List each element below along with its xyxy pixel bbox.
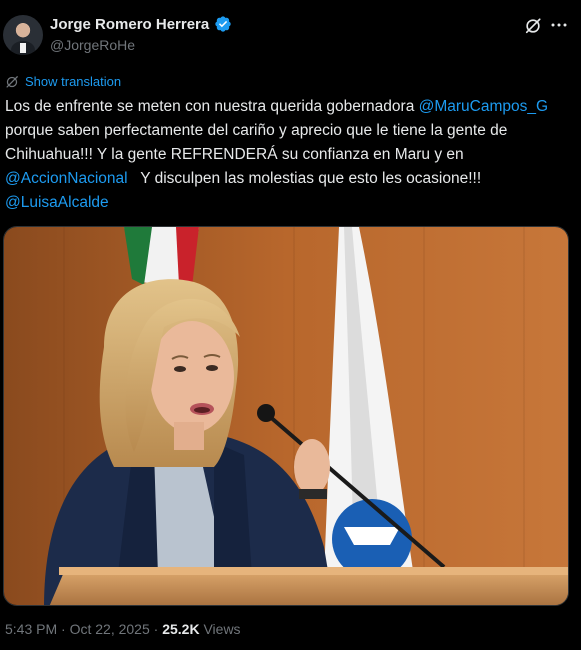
author-name-row[interactable]: Jorge Romero Herrera — [50, 15, 232, 33]
mention-link[interactable]: @MaruCampos_G — [419, 98, 548, 115]
views-count: 25.2K — [162, 621, 200, 637]
translate-icon — [6, 75, 18, 88]
meta-separator: · — [149, 621, 163, 637]
grok-icon[interactable] — [524, 17, 542, 35]
tweet-photo[interactable] — [3, 226, 569, 606]
tweet-meta: 5:43 PM · Oct 22, 2025 · 25.2K Views — [5, 621, 241, 637]
tweet-text-part: Los de enfrente se meten con nuestra que… — [5, 98, 419, 115]
tweet-text: Los de enfrente se meten con nuestra que… — [5, 95, 577, 215]
meta-separator: · — [57, 621, 70, 637]
author-display-name[interactable]: Jorge Romero Herrera — [50, 16, 209, 33]
tweet-date[interactable]: Oct 22, 2025 — [70, 621, 150, 637]
show-translation-link[interactable]: Show translation — [5, 74, 121, 89]
mention-link[interactable]: @LuisaAlcalde — [5, 194, 109, 211]
mention-link[interactable]: @AccionNacional — [5, 170, 128, 187]
photo-image — [4, 227, 568, 605]
author-handle[interactable]: @JorgeRoHe — [50, 37, 135, 53]
tweet-time[interactable]: 5:43 PM — [5, 621, 57, 637]
avatar[interactable] — [3, 15, 43, 55]
tweet-header: Jorge Romero Herrera @JorgeRoHe — [0, 0, 581, 66]
tweet-text-part: Y disculpen las molestias que esto les o… — [127, 170, 486, 187]
views-label: Views — [199, 621, 241, 637]
verified-badge-icon — [215, 16, 231, 32]
show-translation-label[interactable]: Show translation — [25, 74, 121, 89]
more-icon[interactable] — [549, 15, 569, 35]
